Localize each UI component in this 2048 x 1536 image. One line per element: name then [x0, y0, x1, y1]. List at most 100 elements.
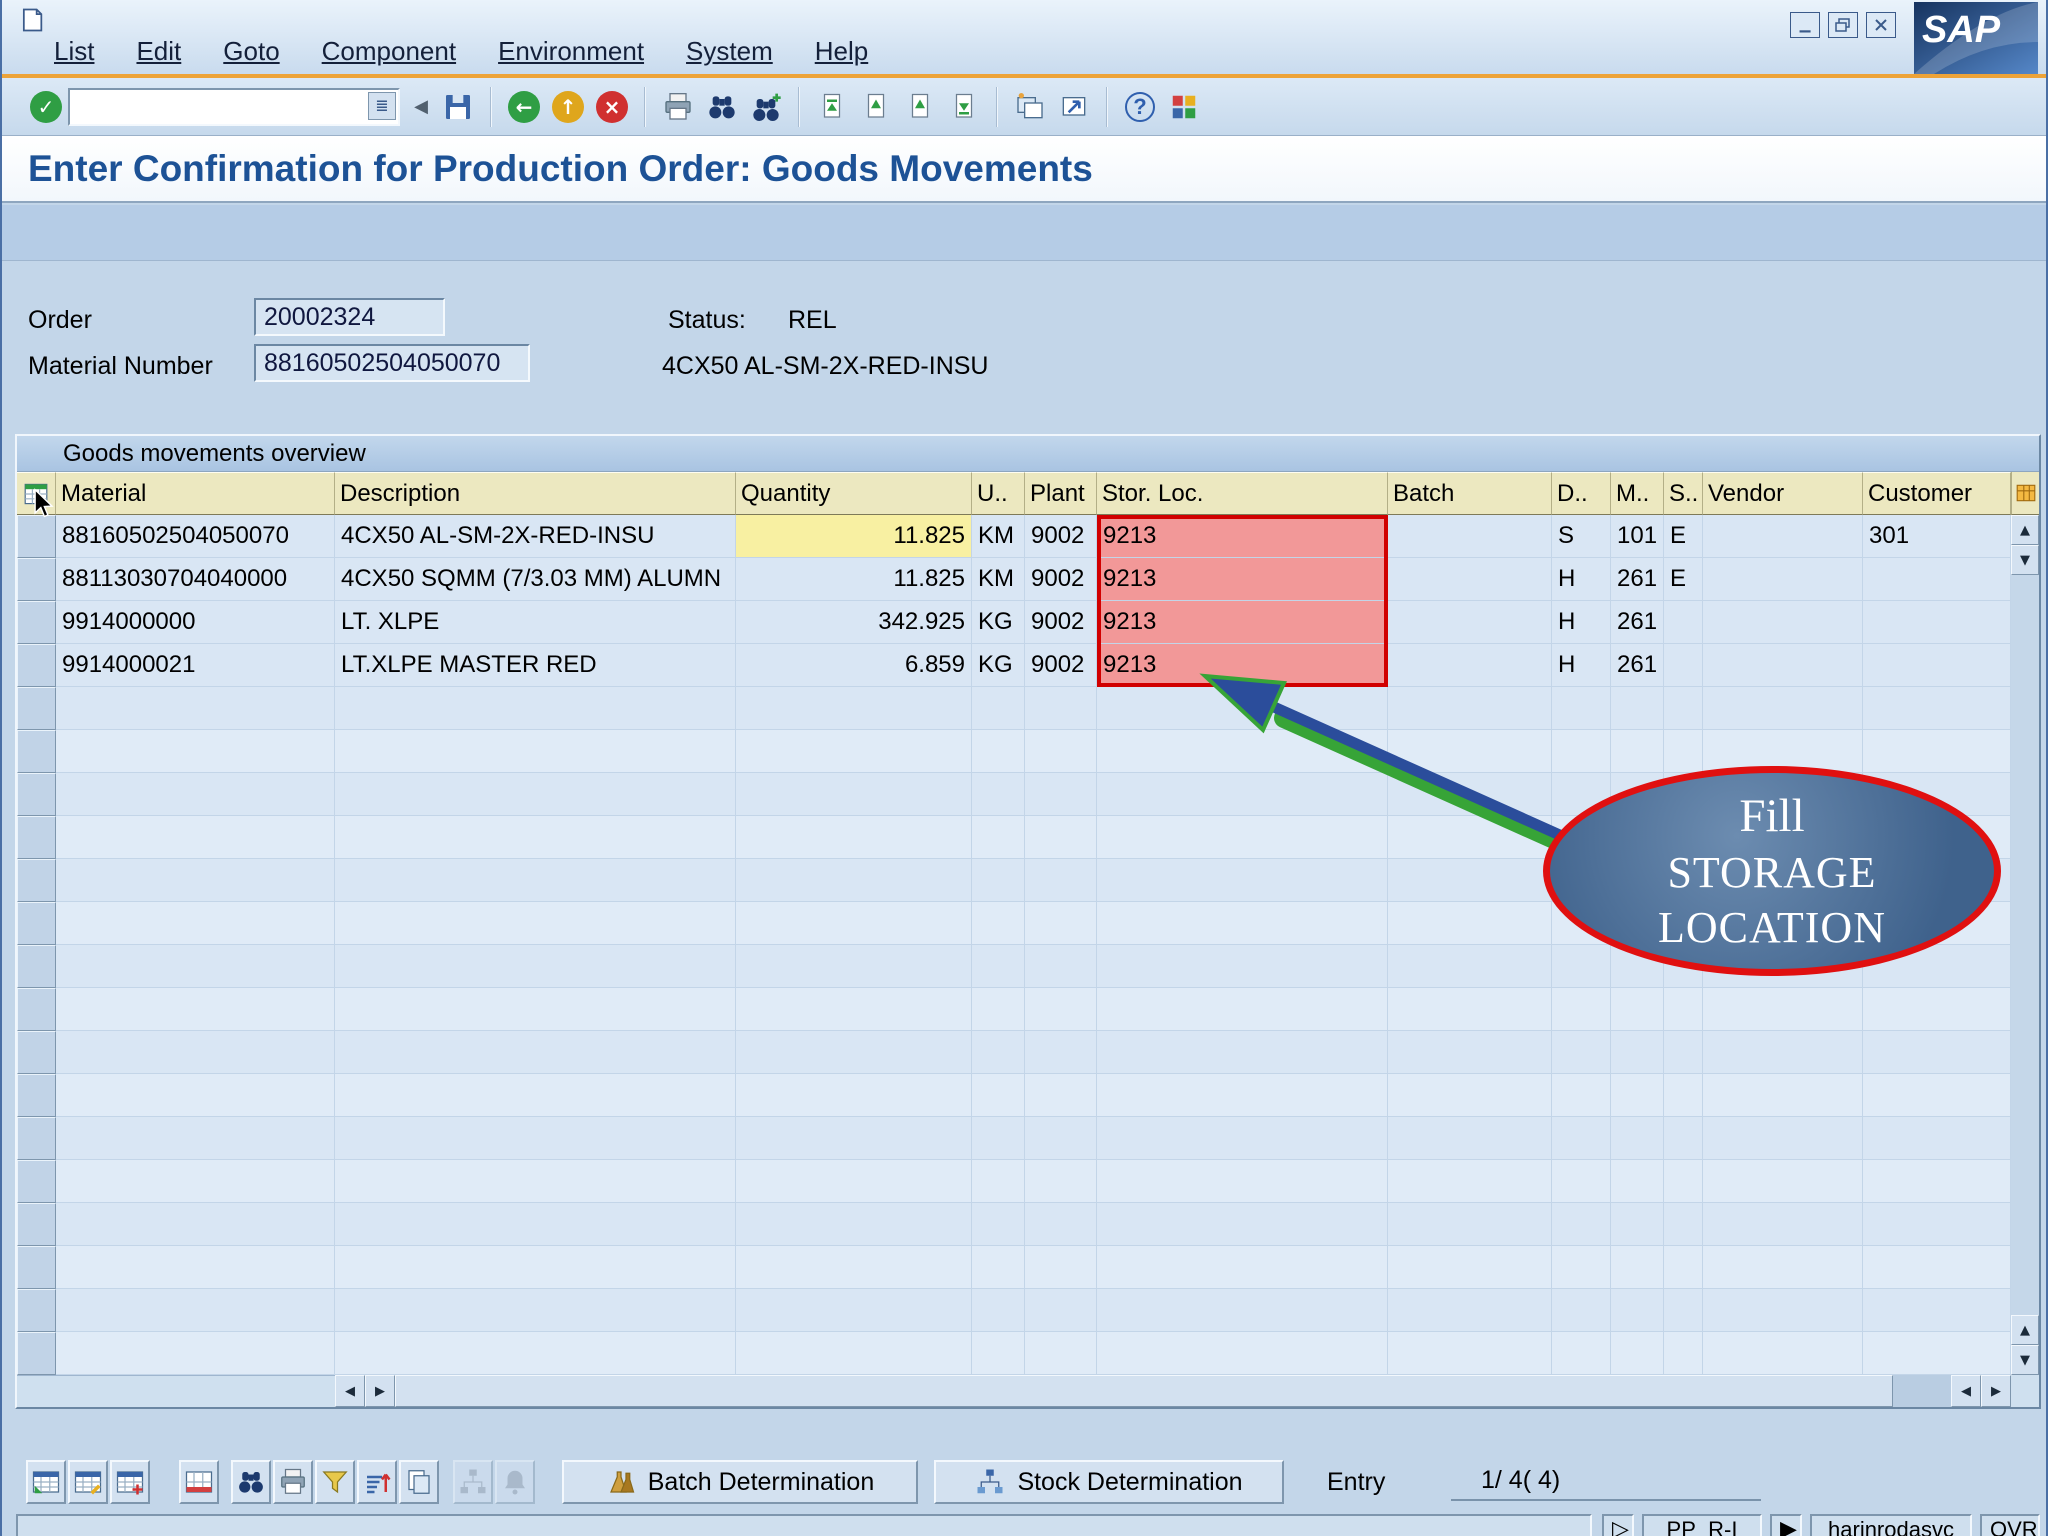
cell-plant[interactable]: 9002	[1025, 558, 1097, 601]
row-selector[interactable]	[17, 1031, 56, 1074]
cell-stor_loc[interactable]: 9213	[1097, 558, 1388, 601]
order-field[interactable]: 20002324	[254, 298, 445, 336]
cell-material[interactable]: 9914000000	[56, 601, 335, 644]
menu-system[interactable]: System	[680, 34, 779, 69]
vertical-scroll-track[interactable]	[2011, 575, 2039, 1315]
first-page-button[interactable]	[810, 84, 854, 130]
command-history-icon[interactable]: ≣	[368, 91, 396, 120]
scroll-down-button[interactable]: ▼	[2011, 1345, 2039, 1375]
row-selector[interactable]	[17, 945, 56, 988]
table-row[interactable]: 88113030704040000 4CX50 SQMM (7/3.03 MM) …	[17, 558, 2011, 601]
cell-d[interactable]: S	[1552, 515, 1611, 558]
minimize-button[interactable]: ▁	[1790, 12, 1820, 38]
server-list-icon[interactable]: ▶	[1770, 1514, 1802, 1536]
scroll-up-button[interactable]: ▲	[2011, 515, 2039, 545]
enter-button[interactable]: ✓	[24, 84, 68, 130]
restore-button[interactable]	[1828, 12, 1858, 38]
row-selector[interactable]	[17, 1117, 56, 1160]
find-next-button[interactable]	[744, 84, 788, 130]
cell-description[interactable]: 4CX50 SQMM (7/3.03 MM) ALUMN	[335, 558, 736, 601]
stock-determination-button[interactable]: Stock Determination	[934, 1460, 1284, 1504]
cell-s[interactable]: E	[1664, 558, 1703, 601]
horizontal-scroll-track[interactable]	[1893, 1375, 1951, 1407]
cell-d[interactable]: H	[1552, 558, 1611, 601]
cell-customer[interactable]	[1863, 601, 2011, 644]
find-list-button[interactable]	[231, 1460, 271, 1504]
cell-material[interactable]: 88160502504050070	[56, 515, 335, 558]
scroll-right-button[interactable]: ▶	[1981, 1375, 2011, 1407]
row-selector[interactable]	[17, 644, 56, 687]
cell-m[interactable]: 261	[1611, 558, 1664, 601]
cell-vendor[interactable]	[1703, 601, 1863, 644]
cell-batch[interactable]	[1388, 644, 1552, 687]
row-selector[interactable]	[17, 1160, 56, 1203]
column-header-batch[interactable]: Batch	[1388, 472, 1552, 515]
cell-d[interactable]: H	[1552, 601, 1611, 644]
cell-material[interactable]: 9914000021	[56, 644, 335, 687]
cell-plant[interactable]: 9002	[1025, 601, 1097, 644]
refresh-button[interactable]	[179, 1460, 219, 1504]
column-header-s[interactable]: S..	[1664, 472, 1703, 515]
menu-goto[interactable]: Goto	[217, 34, 285, 69]
cell-m[interactable]: 261	[1611, 644, 1664, 687]
cell-customer[interactable]	[1863, 558, 2011, 601]
cell-description[interactable]: LT. XLPE	[335, 601, 736, 644]
print-list-button[interactable]	[273, 1460, 313, 1504]
table-config-button[interactable]	[2011, 472, 2039, 515]
cell-stor_loc[interactable]: 9213	[1097, 601, 1388, 644]
cell-d[interactable]: H	[1552, 644, 1611, 687]
material-number-field[interactable]: 88160502504050070	[254, 344, 530, 382]
table-row[interactable]: 9914000000 LT. XLPE 342.925 KG 9002 9213 H 261	[17, 601, 2011, 644]
new-session-button[interactable]	[1008, 84, 1052, 130]
last-page-button[interactable]	[942, 84, 986, 130]
shortcut-button[interactable]	[1052, 84, 1096, 130]
find-button[interactable]	[700, 84, 744, 130]
back-button[interactable]: ←	[502, 84, 546, 130]
scroll-up-button[interactable]: ▲	[2011, 1315, 2039, 1345]
column-header-m[interactable]: M..	[1611, 472, 1664, 515]
cell-unit[interactable]: KM	[972, 558, 1025, 601]
cell-vendor[interactable]	[1703, 558, 1863, 601]
page-down-button[interactable]	[898, 84, 942, 130]
help-button[interactable]: ?	[1118, 84, 1162, 130]
column-header-vendor[interactable]: Vendor	[1703, 472, 1863, 515]
customize-button[interactable]	[1162, 84, 1206, 130]
message-expand-icon[interactable]: ▷	[1602, 1514, 1634, 1536]
history-button[interactable]: ◀	[406, 84, 436, 130]
row-selector[interactable]	[17, 902, 56, 945]
close-button[interactable]	[1866, 12, 1896, 38]
column-header-description[interactable]: Description	[335, 472, 736, 515]
column-header-customer[interactable]: Customer	[1863, 472, 2011, 515]
copy-button[interactable]	[399, 1460, 439, 1504]
batch-determination-button[interactable]: Batch Determination	[562, 1460, 918, 1504]
cell-description[interactable]: LT.XLPE MASTER RED	[335, 644, 736, 687]
row-selector[interactable]	[17, 601, 56, 644]
choose-detail-button[interactable]	[26, 1460, 66, 1504]
row-selector[interactable]	[17, 687, 56, 730]
scroll-left-button[interactable]: ◀	[335, 1375, 365, 1407]
cell-customer[interactable]	[1863, 644, 2011, 687]
cell-s[interactable]: E	[1664, 515, 1703, 558]
horizontal-scroll-thumb[interactable]	[395, 1375, 1893, 1407]
column-header-d[interactable]: D..	[1552, 472, 1611, 515]
menu-environment[interactable]: Environment	[492, 34, 650, 69]
column-header-material[interactable]: Material	[56, 472, 335, 515]
row-selector[interactable]	[17, 773, 56, 816]
cell-quantity[interactable]: 11.825	[736, 515, 972, 558]
system-menu-icon[interactable]	[18, 6, 46, 34]
scroll-down-button[interactable]: ▼	[2011, 545, 2039, 575]
cell-quantity[interactable]: 11.825	[736, 558, 972, 601]
row-selector[interactable]	[17, 730, 56, 773]
cell-plant[interactable]: 9002	[1025, 515, 1097, 558]
row-selector[interactable]	[17, 859, 56, 902]
column-header-unit[interactable]: U..	[972, 472, 1025, 515]
exit-button[interactable]: ↑	[546, 84, 590, 130]
cell-m[interactable]: 261	[1611, 601, 1664, 644]
sort-ascending-button[interactable]	[357, 1460, 397, 1504]
cell-vendor[interactable]	[1703, 644, 1863, 687]
row-selector[interactable]	[17, 1332, 56, 1375]
menu-component[interactable]: Component	[316, 34, 462, 69]
cell-plant[interactable]: 9002	[1025, 644, 1097, 687]
column-header-storage-location[interactable]: Stor. Loc.	[1097, 472, 1388, 515]
scroll-right-button[interactable]: ▶	[365, 1375, 395, 1407]
